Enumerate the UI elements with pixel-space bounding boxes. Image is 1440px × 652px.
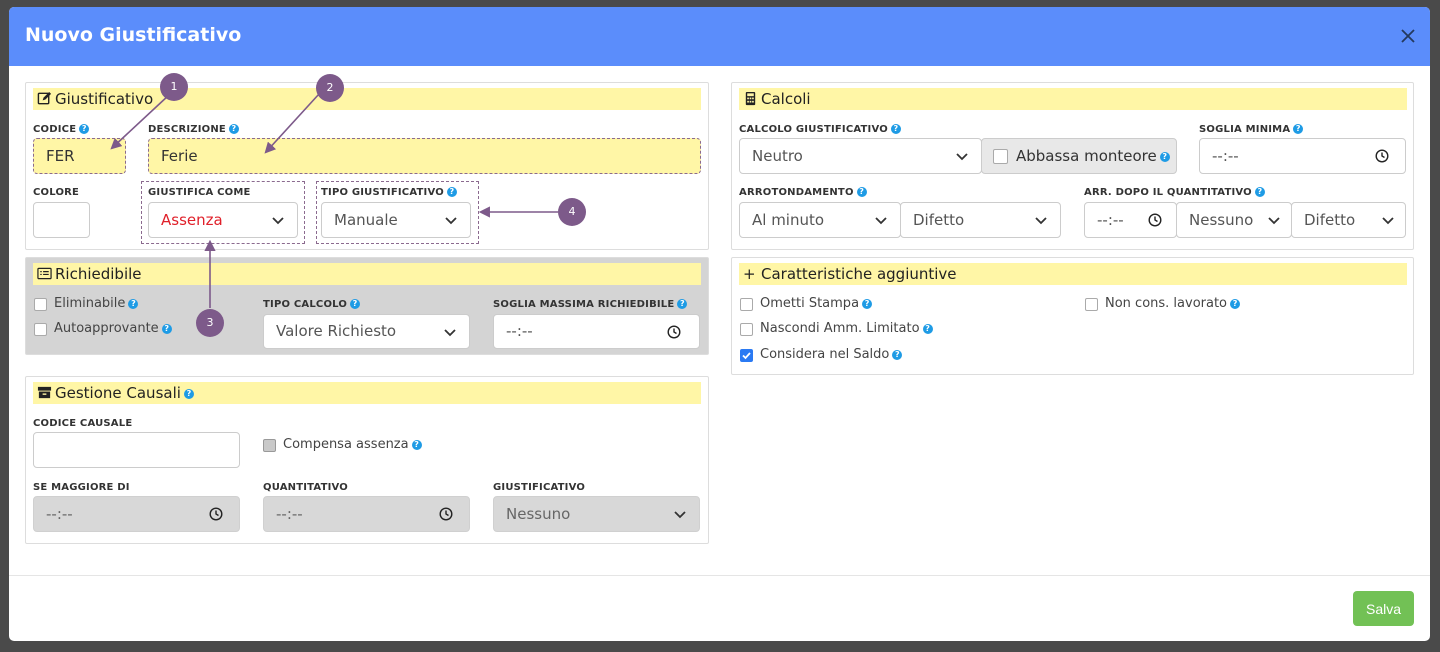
marker-4: 4 <box>558 198 586 226</box>
marker-3: 3 <box>196 309 224 337</box>
marker-2: 2 <box>316 74 344 102</box>
marker-1: 1 <box>160 73 188 101</box>
arrow-1 <box>110 94 170 150</box>
arrow-2 <box>264 93 320 154</box>
modal-dialog: Nuovo Giustificativo Giustificativo CODI… <box>9 7 1430 641</box>
